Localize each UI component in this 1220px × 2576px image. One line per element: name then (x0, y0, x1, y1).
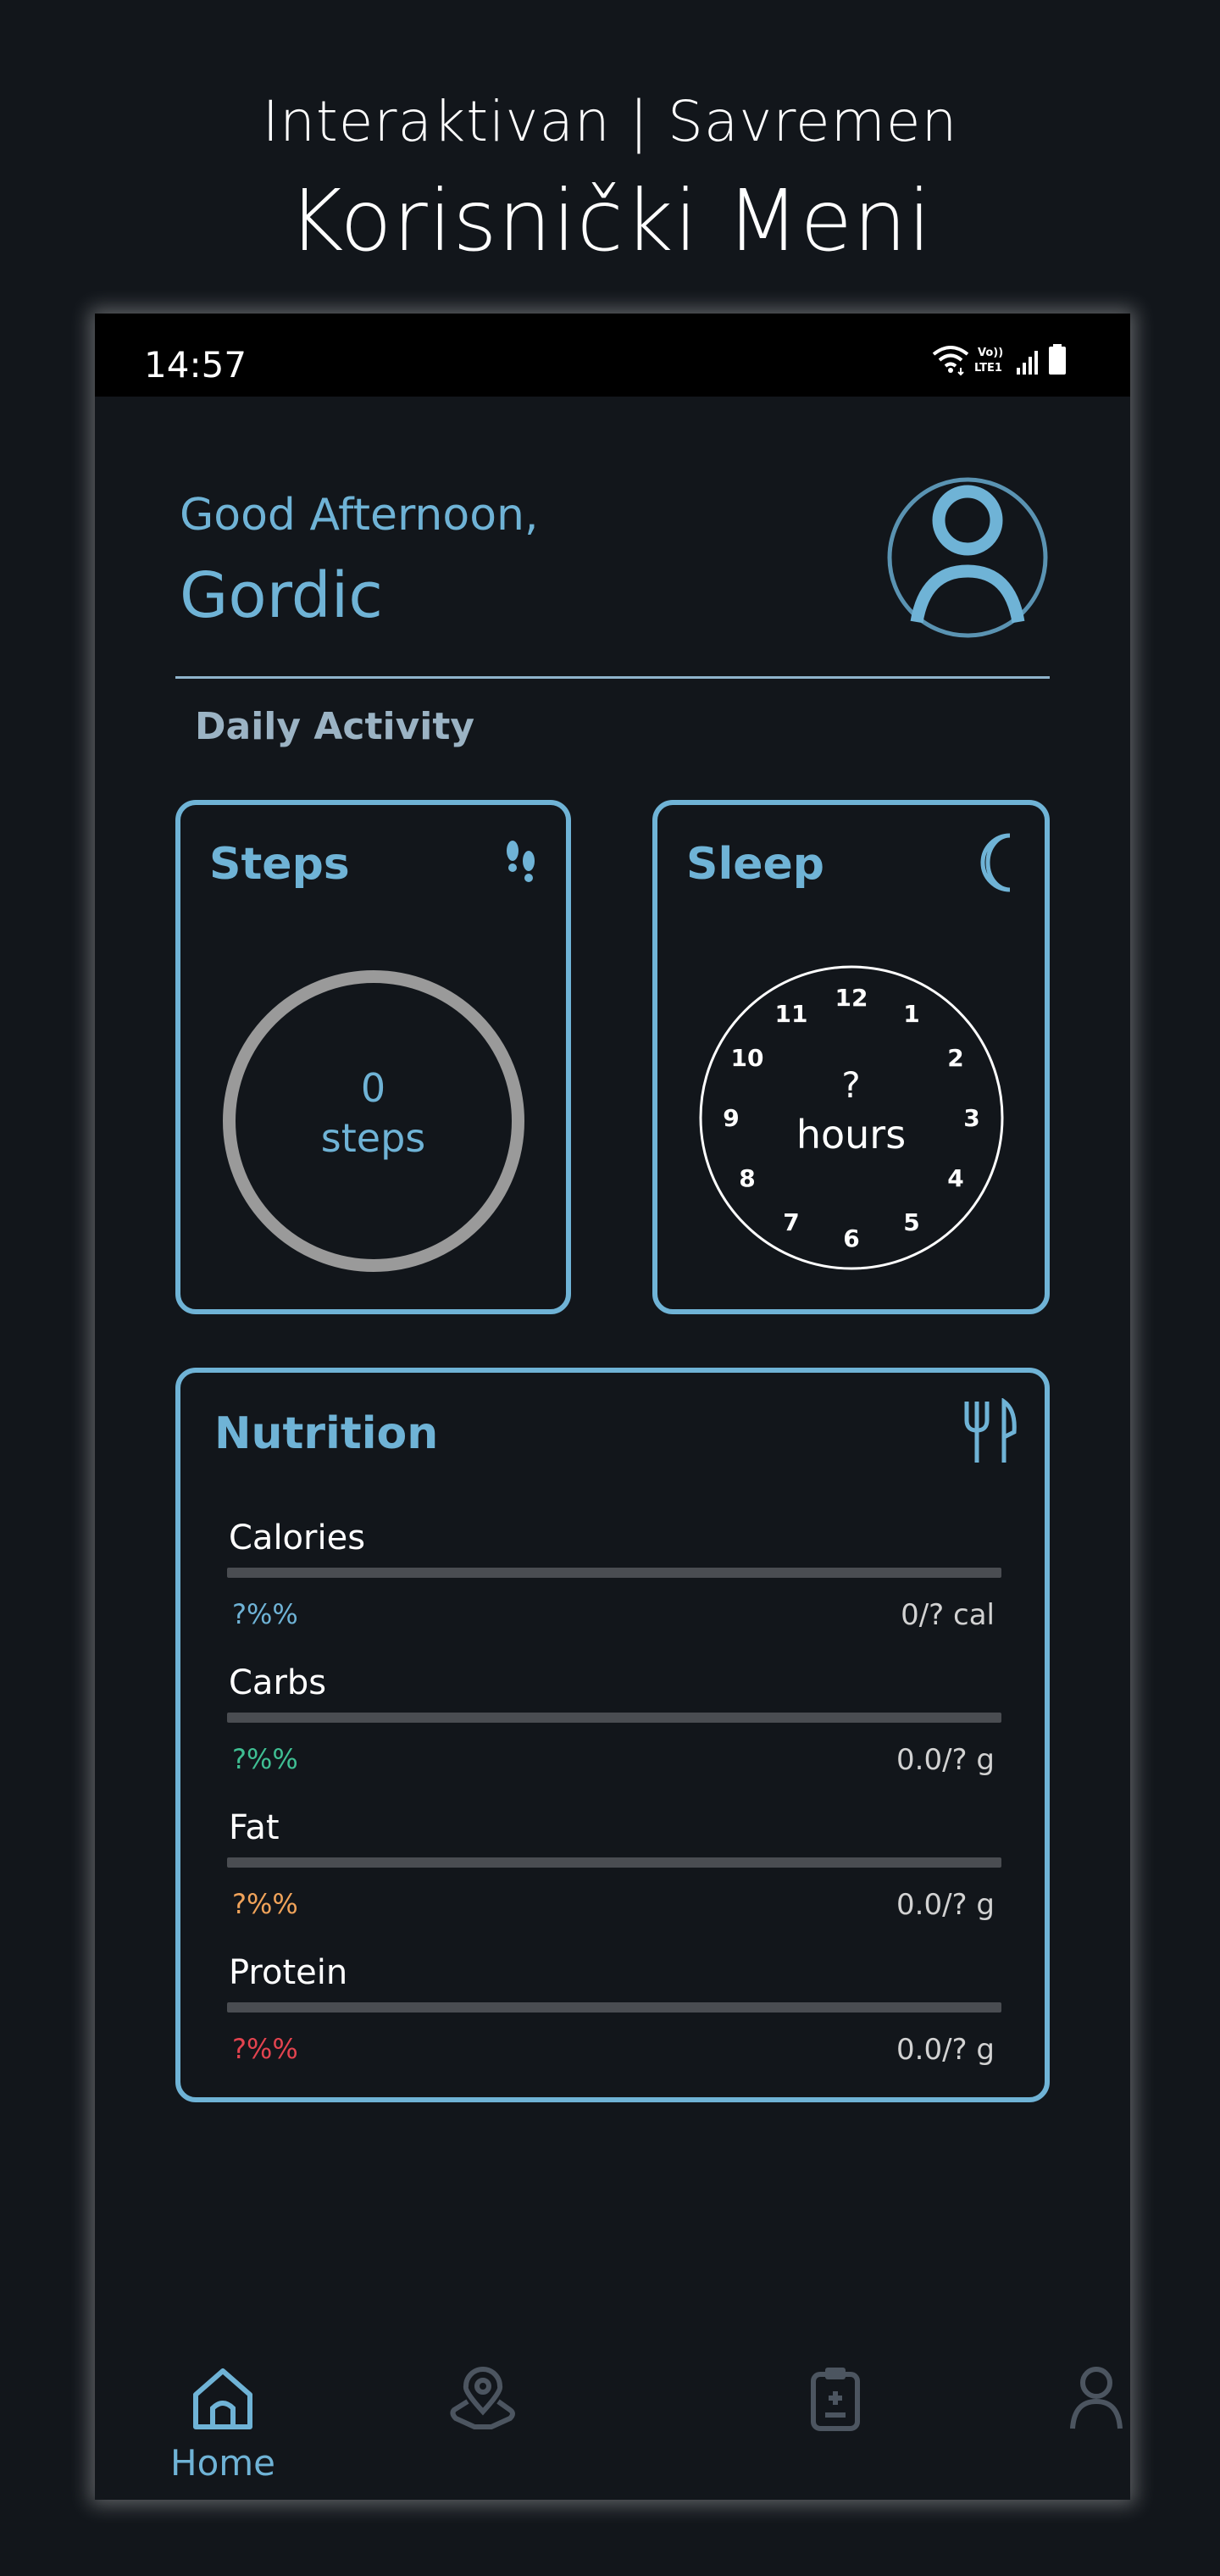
map-pin-icon (450, 2367, 515, 2429)
promo-title: Korisnički Meni (287, 171, 933, 270)
nutrition-card[interactable]: Nutrition Calories ?%% 0/? cal Carbs ?%%… (175, 1368, 1050, 2102)
nutrition-row-carbs: Carbs ?%% 0.0/? g (227, 1663, 1006, 1807)
nutrition-label: Carbs (229, 1663, 327, 1702)
nav-profile[interactable] (1020, 2364, 1130, 2500)
sleep-unit: hours (796, 1112, 907, 1158)
svg-text:LTE1: LTE1 (974, 362, 1002, 375)
nutrition-amount: 0/? cal (901, 1598, 995, 1632)
nutrition-percent: ?%% (232, 2033, 298, 2065)
nutrition-label: Protein (229, 1953, 348, 1992)
nutrition-amount: 0.0/? g (896, 1888, 995, 1922)
header-divider (175, 676, 1050, 679)
nutrition-progress-bar (227, 1713, 1001, 1723)
nutrition-label: Fat (229, 1808, 280, 1847)
nutrition-title: Nutrition (214, 1408, 439, 1459)
steps-unit: steps (320, 1115, 426, 1161)
status-bar: 14:57 Vo)) LTE1 (95, 314, 1130, 397)
moon-icon (980, 833, 1011, 892)
sleep-title: Sleep (686, 839, 825, 890)
home-icon (193, 2368, 252, 2429)
nutrition-progress-bar (227, 1857, 1001, 1868)
signal-icon (1017, 351, 1038, 375)
steps-title: Steps (209, 839, 350, 890)
nav-map[interactable] (407, 2364, 559, 2500)
daily-activity-title: Daily Activity (195, 705, 475, 748)
nav-diary[interactable] (759, 2364, 912, 2500)
clock-number: 8 (739, 1164, 755, 1192)
clock-number: 12 (835, 984, 868, 1012)
clock-number: 1 (903, 1000, 919, 1028)
fork-knife-icon (964, 1398, 1017, 1463)
steps-card[interactable]: Steps 0 steps (175, 800, 571, 1314)
nutrition-percent: ?%% (232, 1743, 298, 1775)
nutrition-row-fat: Fat ?%% 0.0/? g (227, 1808, 1006, 1952)
nutrition-label: Calories (229, 1518, 366, 1557)
nutrition-row-calories: Calories ?%% 0/? cal (227, 1518, 1006, 1663)
sleep-card[interactable]: Sleep 12 1 2 3 4 5 6 7 8 9 10 11 ? hours (652, 800, 1050, 1314)
clock-number: 6 (843, 1224, 859, 1252)
status-time: 14:57 (144, 344, 247, 386)
clock-number: 5 (903, 1208, 919, 1236)
nutrition-amount: 0.0/? g (896, 2033, 995, 2067)
battery-icon (1049, 344, 1066, 375)
promo-subtitle: Interaktivan | Savremen (262, 89, 958, 154)
clock-number: 7 (783, 1208, 799, 1236)
svg-text:Vo)): Vo)) (978, 347, 1003, 359)
avatar[interactable] (886, 476, 1049, 639)
clock-number: 4 (947, 1164, 963, 1192)
nutrition-amount: 0.0/? g (896, 1743, 995, 1777)
nutrition-percent: ?%% (232, 1888, 298, 1920)
footsteps-icon (507, 841, 535, 882)
status-icons: Vo)) LTE1 (932, 344, 1066, 376)
username: Gordic (180, 559, 383, 632)
nutrition-row-protein: Protein ?%% 0.0/? g (227, 1953, 1006, 2097)
clipboard-icon (811, 2368, 860, 2431)
greeting-text: Good Afternoon, (180, 490, 539, 541)
steps-value: 0 (360, 1065, 386, 1111)
clock-number: 11 (775, 1000, 808, 1028)
nav-home-label: Home (169, 2442, 276, 2484)
bottom-nav: Home (95, 2364, 1130, 2500)
nutrition-progress-bar (227, 2002, 1001, 2012)
nutrition-progress-bar (227, 1568, 1001, 1578)
user-icon (1070, 2367, 1123, 2429)
phone-screen: 14:57 Vo)) LTE1 Good Afternoon, Gordic D… (95, 314, 1130, 2500)
wifi-icon (932, 346, 969, 376)
sleep-value: ? (841, 1064, 861, 1106)
nav-home[interactable]: Home (147, 2364, 299, 2500)
lte-icon: Vo)) LTE1 (974, 347, 1003, 375)
nutrition-percent: ?%% (232, 1598, 298, 1630)
